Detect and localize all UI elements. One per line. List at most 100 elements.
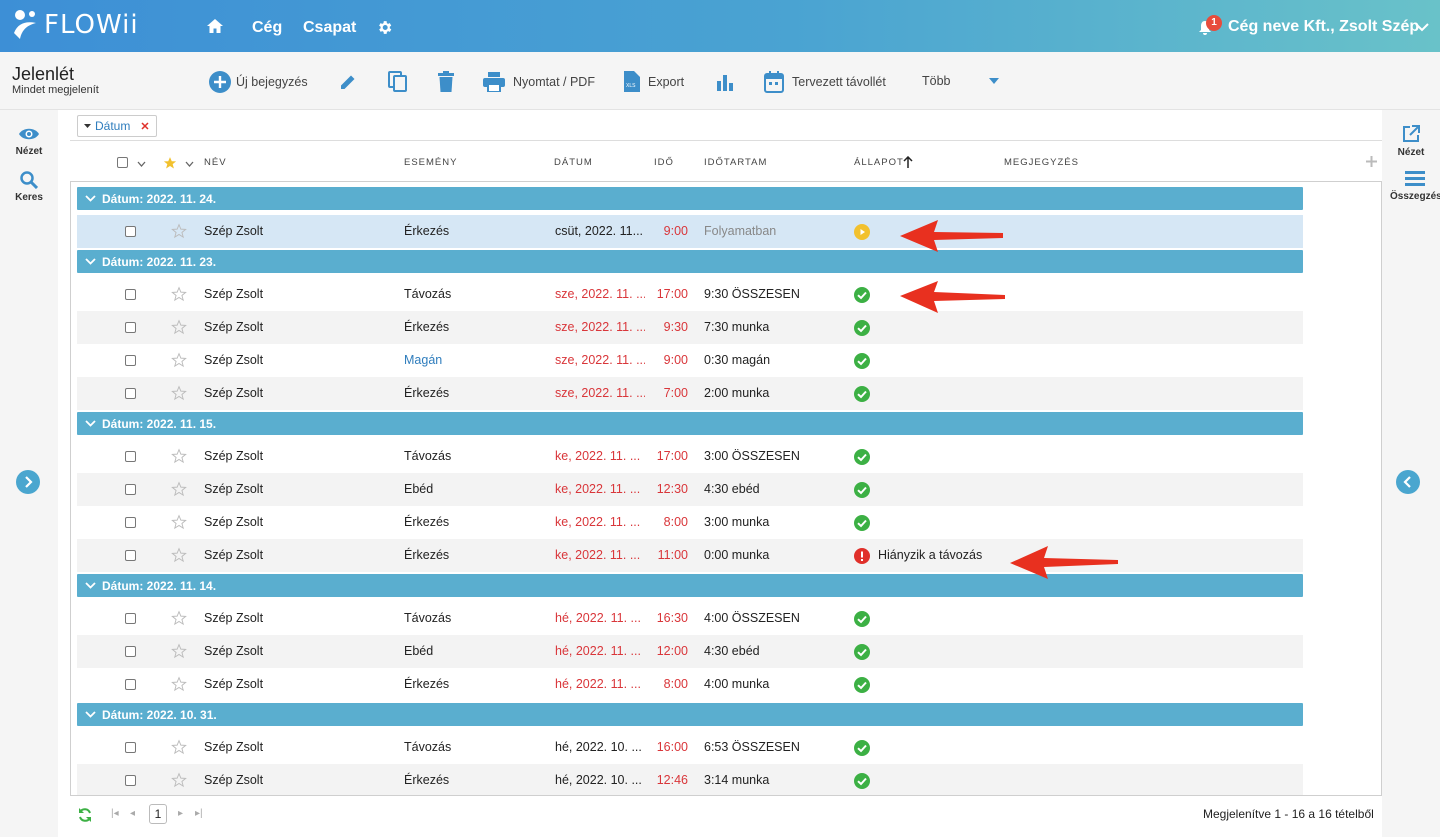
select-all-checkbox[interactable] xyxy=(117,157,128,168)
col-duration[interactable]: IDŐTARTAM xyxy=(704,157,767,168)
home-icon[interactable] xyxy=(206,18,224,37)
cell-name: Szép Zsolt xyxy=(204,548,264,562)
col-name[interactable]: NÉV xyxy=(204,157,227,168)
row-checkbox[interactable] xyxy=(125,226,136,237)
next-page-icon[interactable]: ▸ xyxy=(178,808,183,819)
chevron-down-icon[interactable] xyxy=(1415,21,1429,35)
col-date[interactable]: DÁTUM xyxy=(554,157,593,168)
star-outline-icon[interactable] xyxy=(171,286,187,305)
logo[interactable]: FLOWii xyxy=(12,9,139,41)
star-outline-icon[interactable] xyxy=(171,643,187,662)
table-row[interactable]: Szép Zsolt Ebéd ke, 2022. 11. ... 12:30 4:30… xyxy=(77,473,1303,506)
group-header[interactable]: Dátum: 2022. 11. 15. xyxy=(77,412,1303,435)
more-dropdown[interactable]: Több xyxy=(922,74,999,88)
cell-name: Szép Zsolt xyxy=(204,287,264,301)
nav-company[interactable]: Cég xyxy=(252,19,282,37)
star-outline-icon[interactable] xyxy=(171,319,187,338)
cell-time: 16:00 xyxy=(656,740,688,754)
page-subtitle[interactable]: Mindet megjelenít xyxy=(12,84,99,96)
first-page-icon[interactable]: |◂ xyxy=(111,808,119,819)
row-checkbox[interactable] xyxy=(125,775,136,786)
cell-name: Szép Zsolt xyxy=(204,320,264,334)
star-outline-icon[interactable] xyxy=(171,481,187,500)
chart-button[interactable] xyxy=(716,73,734,91)
row-checkbox[interactable] xyxy=(125,322,136,333)
collapse-right-button[interactable] xyxy=(1396,470,1420,494)
table-row[interactable]: Szép Zsolt Érkezés sze, 2022. 11. ... 7:00 2… xyxy=(77,377,1303,410)
star-outline-icon[interactable] xyxy=(171,676,187,695)
prev-page-icon[interactable]: ◂ xyxy=(130,808,135,819)
search-toggle[interactable]: Keres xyxy=(8,171,50,203)
table-row[interactable]: Szép Zsolt Érkezés hé, 2022. 11. ... 8:00 4:… xyxy=(77,668,1303,701)
row-checkbox[interactable] xyxy=(125,517,136,528)
table-row[interactable]: Szép Zsolt Távozás ke, 2022. 11. ... 17:00 3… xyxy=(77,440,1303,473)
table-row[interactable]: Szép Zsolt Távozás hé, 2022. 10. ... 16:00 6… xyxy=(77,731,1303,764)
col-time[interactable]: IDŐ xyxy=(654,157,674,168)
status-ok-icon xyxy=(854,740,870,756)
copy-button[interactable] xyxy=(388,71,408,93)
new-entry-button[interactable]: Új bejegyzés xyxy=(208,70,308,94)
date-filter-chip[interactable]: Dátum ✕ xyxy=(77,115,157,137)
star-outline-icon[interactable] xyxy=(171,610,187,629)
group-header[interactable]: Dátum: 2022. 11. 24. xyxy=(77,187,1303,210)
star-outline-icon[interactable] xyxy=(171,223,187,242)
cell-event: Távozás xyxy=(404,287,452,301)
chevron-down-icon xyxy=(85,582,96,589)
gear-icon[interactable] xyxy=(376,19,393,39)
row-checkbox[interactable] xyxy=(125,289,136,300)
table-row[interactable]: Szép Zsolt Érkezés sze, 2022. 11. ... 9:30 7… xyxy=(77,311,1303,344)
chevron-down-icon[interactable] xyxy=(185,161,194,167)
table-row[interactable]: Szép Zsolt Távozás sze, 2022. 11. ... 17:00… xyxy=(77,278,1303,311)
table-row[interactable]: Szép Zsolt Érkezés hé, 2022. 10. ... 12:46 3… xyxy=(77,764,1303,795)
group-header[interactable]: Dátum: 2022. 10. 31. xyxy=(77,703,1303,726)
open-view-button[interactable]: Nézet xyxy=(1390,124,1432,158)
star-outline-icon[interactable] xyxy=(171,514,187,533)
row-checkbox[interactable] xyxy=(125,613,136,624)
star-outline-icon[interactable] xyxy=(171,739,187,758)
row-checkbox[interactable] xyxy=(125,550,136,561)
planned-absence-button[interactable]: Tervezett távollét xyxy=(764,71,886,93)
sort-ascending-icon[interactable] xyxy=(903,156,913,169)
chevron-down-icon[interactable] xyxy=(137,161,146,167)
row-checkbox[interactable] xyxy=(125,355,136,366)
row-checkbox[interactable] xyxy=(125,742,136,753)
row-checkbox[interactable] xyxy=(125,484,136,495)
expand-left-button[interactable] xyxy=(16,470,40,494)
table-row[interactable]: Szép Zsolt Érkezés csüt, 2022. 11... 9:00 Fo… xyxy=(77,215,1303,248)
row-checkbox[interactable] xyxy=(125,388,136,399)
col-note[interactable]: MEGJEGYZÉS xyxy=(1004,157,1079,168)
star-outline-icon[interactable] xyxy=(171,772,187,791)
cell-time: 9:00 xyxy=(663,353,688,367)
delete-button[interactable] xyxy=(437,71,455,93)
table-row[interactable]: Szép Zsolt Magán sze, 2022. 11. ... 9:00 0:3… xyxy=(77,344,1303,377)
star-outline-icon[interactable] xyxy=(171,448,187,467)
last-page-icon[interactable]: ▸| xyxy=(195,808,203,819)
export-button[interactable]: XLS Export xyxy=(624,71,684,92)
table-row[interactable]: Szép Zsolt Ebéd hé, 2022. 11. ... 12:00 4:30… xyxy=(77,635,1303,668)
row-checkbox[interactable] xyxy=(125,679,136,690)
refresh-icon[interactable] xyxy=(77,807,93,823)
remove-filter-icon[interactable]: ✕ xyxy=(140,120,149,133)
row-checkbox[interactable] xyxy=(125,646,136,657)
company-user-menu[interactable]: Cég neve Kft., Zsolt Szép xyxy=(1228,18,1419,36)
print-button[interactable]: Nyomtat / PDF xyxy=(483,72,595,92)
page-title: Jelenlét xyxy=(12,64,75,84)
view-toggle[interactable]: Nézet xyxy=(8,127,50,157)
page-number[interactable]: 1 xyxy=(149,804,167,824)
table-row[interactable]: Szép Zsolt Érkezés ke, 2022. 11. ... 8:00 3:… xyxy=(77,506,1303,539)
star-outline-icon[interactable] xyxy=(171,385,187,404)
col-status[interactable]: ÁLLAPOT xyxy=(854,157,904,168)
row-checkbox[interactable] xyxy=(125,451,136,462)
table-row[interactable]: Szép Zsolt Távozás hé, 2022. 11. ... 16:30 4… xyxy=(77,602,1303,635)
edit-button[interactable] xyxy=(338,72,358,92)
star-outline-icon[interactable] xyxy=(171,352,187,371)
summary-button[interactable]: Összegzés xyxy=(1390,170,1440,202)
add-column-icon[interactable] xyxy=(1365,155,1378,168)
col-event[interactable]: ESEMÉNY xyxy=(404,157,457,168)
new-entry-label: Új bejegyzés xyxy=(236,75,308,89)
star-outline-icon[interactable] xyxy=(171,547,187,566)
group-header[interactable]: Dátum: 2022. 11. 23. xyxy=(77,250,1303,273)
star-filled-icon[interactable] xyxy=(163,156,177,170)
cell-event: Érkezés xyxy=(404,515,450,529)
nav-team[interactable]: Csapat xyxy=(303,19,356,37)
